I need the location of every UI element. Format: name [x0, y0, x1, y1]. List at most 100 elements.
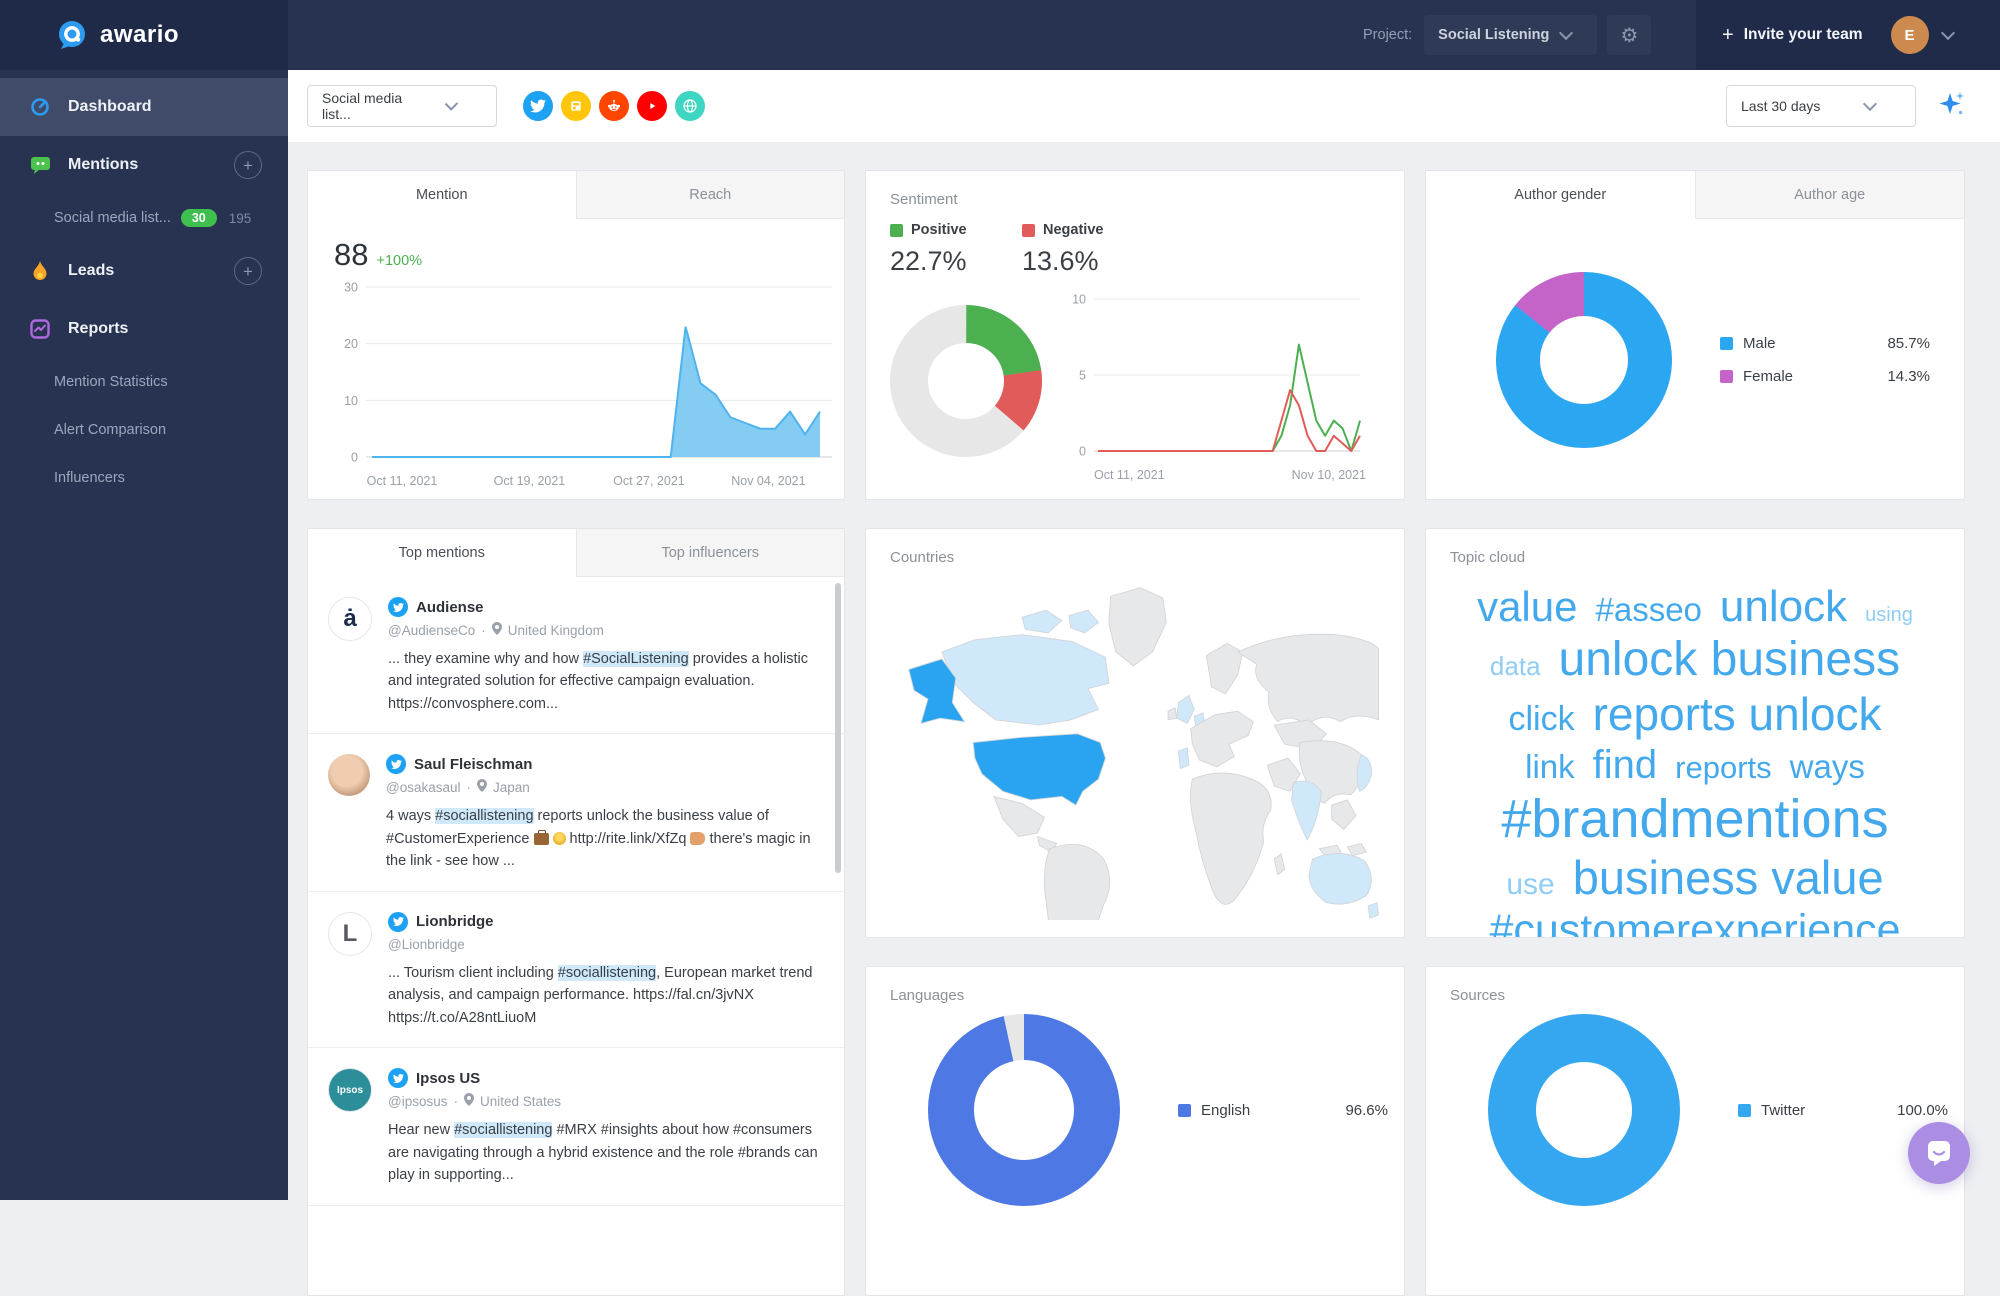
twitter-badge-icon [388, 912, 408, 932]
top-mentions-tabs: Top mentions Top influencers [308, 529, 844, 577]
total-count: 195 [229, 211, 252, 226]
tab-reach[interactable]: Reach [576, 171, 845, 219]
mentions-icon [28, 155, 52, 175]
tab-top-influencers[interactable]: Top influencers [576, 529, 845, 577]
topic-word[interactable]: use [1506, 868, 1554, 902]
avatar[interactable]: E [1891, 16, 1929, 54]
sidebar-item-alert-comparison[interactable]: Alert Comparison [0, 406, 288, 454]
author-name[interactable]: Saul Fleischman [414, 756, 532, 773]
mention-item[interactable]: ȧAudiense@AudienseCo·United Kingdom... t… [308, 577, 844, 734]
mention-item[interactable]: IpsosIpsos US@ipsosus·United StatesHear … [308, 1048, 844, 1205]
topic-word[interactable]: #asseo [1595, 592, 1701, 629]
reports-icon [28, 319, 52, 339]
alert-filter-select[interactable]: Social media list... [307, 85, 497, 127]
topic-word[interactable]: reports [1675, 751, 1771, 786]
svg-text:Nov 10, 2021: Nov 10, 2021 [1292, 468, 1366, 482]
negative-label: Negative [1043, 222, 1103, 238]
account-menu-chevron-icon[interactable] [1940, 26, 1954, 40]
tab-author-age[interactable]: Author age [1695, 171, 1965, 219]
languages-donut-chart [928, 1014, 1120, 1206]
author-name[interactable]: Audiense [416, 599, 484, 616]
english-percent: 96.6% [1345, 1102, 1388, 1119]
twitter-percent: 100.0% [1897, 1102, 1948, 1119]
chevron-down-icon [445, 97, 458, 110]
sidebar-item-mention-statistics[interactable]: Mention Statistics [0, 358, 288, 406]
topic-cloud-row: use business value [1506, 852, 1883, 905]
topic-cloud-row: link find reports ways [1525, 743, 1865, 788]
topic-word[interactable]: value [1477, 583, 1577, 630]
topic-cloud-row: click reports unlock [1508, 689, 1881, 741]
youtube-filter-icon[interactable] [637, 91, 667, 121]
topic-cloud-row: #customerexperience [1489, 906, 1900, 938]
sources-card: Sources Twitter 100.0% [1425, 966, 1965, 1296]
invite-team-button[interactable]: + Invite your team [1722, 24, 1863, 47]
topic-word[interactable]: link [1525, 749, 1575, 786]
mentions-list: ȧAudiense@AudienseCo·United Kingdom... t… [308, 577, 844, 1295]
author-name[interactable]: Lionbridge [416, 913, 494, 930]
location-pin-icon [492, 622, 502, 638]
logo[interactable]: awario [0, 0, 288, 70]
reddit-filter-icon[interactable] [599, 91, 629, 121]
english-label: English [1201, 1102, 1250, 1119]
topic-word[interactable]: unlock [1720, 582, 1847, 631]
web-filter-icon[interactable] [675, 91, 705, 121]
countries-card: Countries [865, 528, 1405, 938]
logo-text: awario [100, 21, 179, 49]
mention-text: 4 ways #sociallistening reports unlock t… [386, 805, 818, 872]
author-avatar: L [328, 912, 372, 956]
topic-word[interactable]: using [1865, 604, 1913, 626]
author-name[interactable]: Ipsos US [416, 1070, 480, 1087]
card-title: Languages [866, 967, 1404, 1004]
gender-donut-chart [1496, 272, 1672, 448]
svg-text:Nov 04, 2021: Nov 04, 2021 [731, 474, 805, 488]
keyword-highlight: #sociallistening [454, 1122, 552, 1138]
author-handle: @osakasaul·Japan [386, 779, 818, 795]
ai-sparkle-icon[interactable] [1936, 89, 1966, 124]
topic-word[interactable]: click [1508, 700, 1574, 738]
add-mention-alert-button[interactable]: + [234, 151, 262, 179]
list-scrollbar[interactable] [835, 583, 841, 873]
project-select[interactable]: Social Listening [1424, 15, 1597, 55]
mention-item[interactable]: Saul Fleischman @osakasaul·Japan 4 ways #s… [308, 734, 844, 891]
sidebar-item-social-media-list[interactable]: Social media list... 30 195 [0, 194, 288, 242]
chat-icon [1924, 1138, 1954, 1168]
topic-word[interactable]: #customerexperience [1489, 906, 1900, 938]
topic-word[interactable]: find [1593, 743, 1658, 788]
topic-word[interactable]: #brandmentions [1501, 789, 1888, 849]
sidebar-item-mentions[interactable]: Mentions + [0, 136, 288, 194]
sidebar-item-influencers[interactable]: Influencers [0, 454, 288, 502]
author-location: United States [480, 1094, 561, 1109]
twitter-swatch [1738, 1104, 1751, 1117]
topic-word[interactable]: data [1490, 652, 1541, 681]
twitter-filter-icon[interactable] [523, 91, 553, 121]
sidebar-item-leads[interactable]: Leads + [0, 242, 288, 300]
sidebar-item-reports[interactable]: Reports [0, 300, 288, 358]
tab-mention[interactable]: Mention [308, 171, 576, 219]
mention-change: +100% [376, 253, 422, 269]
topic-word[interactable]: business value [1573, 852, 1884, 905]
svg-text:30: 30 [344, 281, 358, 295]
topic-word[interactable]: ways [1790, 749, 1865, 786]
report-link-label: Alert Comparison [54, 422, 166, 438]
chat-widget-button[interactable] [1908, 1122, 1970, 1184]
world-map [884, 572, 1386, 920]
author-handle: @ipsosus·United States [388, 1093, 818, 1109]
news-blogs-filter-icon[interactable] [561, 91, 591, 121]
sidebar-item-dashboard[interactable]: Dashboard [0, 78, 288, 136]
topic-word[interactable]: reports unlock [1593, 689, 1882, 741]
svg-text:Oct 11, 2021: Oct 11, 2021 [367, 474, 438, 488]
briefcase-emoji-icon [534, 833, 549, 845]
tab-top-mentions[interactable]: Top mentions [308, 529, 576, 577]
svg-text:Oct 27, 2021: Oct 27, 2021 [613, 474, 685, 488]
date-range-select[interactable]: Last 30 days [1726, 85, 1916, 127]
add-lead-alert-button[interactable]: + [234, 257, 262, 285]
mentions-area-chart: 0102030Oct 11, 2021Oct 19, 2021Oct 27, 2… [308, 273, 844, 500]
mention-total: 88 [334, 237, 368, 273]
keyword-highlight: #sociallistening [558, 965, 656, 981]
tab-author-gender[interactable]: Author gender [1426, 171, 1695, 219]
svg-text:0: 0 [351, 451, 358, 465]
topic-word[interactable]: unlock business [1559, 633, 1901, 687]
project-settings-button[interactable]: ⚙ [1607, 15, 1651, 55]
mention-item[interactable]: LLionbridge@Lionbridge... Tourism client… [308, 892, 844, 1048]
location-pin-icon [464, 1093, 474, 1109]
